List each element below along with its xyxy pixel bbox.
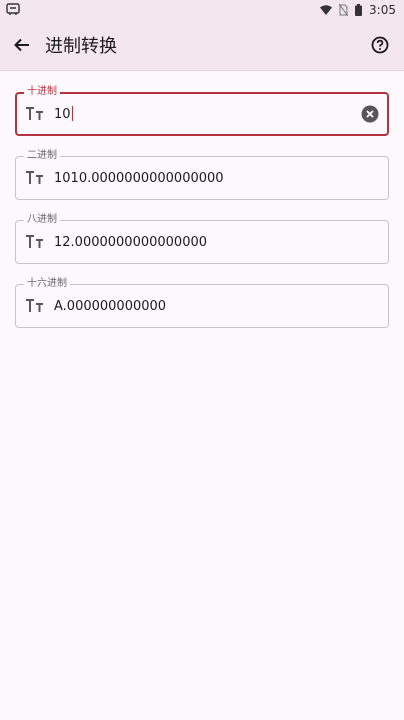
text-format-icon: [25, 297, 45, 315]
status-bar: 3:05: [0, 0, 404, 20]
decimal-field-label: 十进制: [24, 85, 60, 99]
binary-field-label: 二进制: [24, 149, 60, 163]
no-sim-icon: [339, 4, 349, 16]
decimal-field[interactable]: 十进制 10: [15, 85, 389, 136]
binary-input[interactable]: 1010.0000000000000000: [54, 171, 224, 186]
decimal-input[interactable]: 10: [54, 106, 73, 122]
octal-input[interactable]: 12.0000000000000000: [54, 235, 207, 250]
notification-app-icon: [6, 2, 20, 19]
clear-icon[interactable]: [361, 105, 379, 123]
text-format-icon: [25, 169, 45, 187]
binary-field[interactable]: 二进制 1010.0000000000000000: [15, 149, 389, 200]
converter-form: 十进制 10 二进制 1010.0000000000000000 八进制 12.…: [0, 85, 404, 328]
app-bar: 进制转换: [0, 20, 404, 71]
wifi-icon: [320, 5, 333, 15]
hexadecimal-field-label: 十六进制: [24, 277, 70, 291]
octal-field[interactable]: 八进制 12.0000000000000000: [15, 213, 389, 264]
text-format-icon: [25, 105, 45, 123]
hexadecimal-input[interactable]: A.000000000000: [54, 299, 166, 314]
status-time: 3:05: [369, 3, 396, 17]
battery-icon: [355, 4, 363, 16]
octal-field-label: 八进制: [24, 213, 60, 227]
text-format-icon: [25, 233, 45, 251]
page-title: 进制转换: [45, 36, 117, 57]
hexadecimal-field[interactable]: 十六进制 A.000000000000: [15, 277, 389, 328]
arrow-back-icon[interactable]: [10, 33, 34, 57]
help-icon[interactable]: [368, 33, 392, 57]
